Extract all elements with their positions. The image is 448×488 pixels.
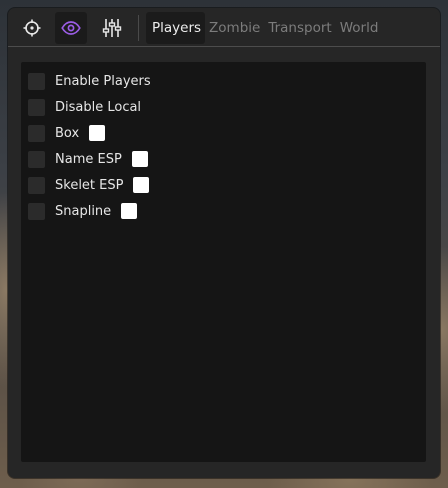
option-label: Name ESP	[55, 151, 122, 167]
aimbot-tab-button[interactable]	[16, 12, 48, 44]
skelet-esp-checkbox[interactable]	[28, 176, 45, 194]
header-divider	[8, 46, 440, 47]
tab-transport[interactable]: Transport	[264, 12, 335, 44]
settings-tab-button[interactable]	[96, 12, 128, 44]
visuals-tab-button[interactable]	[55, 12, 87, 44]
sliders-icon	[102, 18, 122, 38]
option-enable-players: Enable Players	[28, 72, 151, 90]
category-tabs: Players Zombie Transport World	[146, 12, 382, 44]
snapline-checkbox[interactable]	[28, 202, 45, 220]
option-skelet-esp: Skelet ESP	[28, 176, 150, 194]
toolbar-divider	[138, 15, 139, 41]
name-esp-checkbox[interactable]	[28, 150, 45, 168]
name-esp-color-swatch[interactable]	[131, 151, 148, 167]
disable-local-checkbox[interactable]	[28, 98, 45, 116]
enable-players-checkbox[interactable]	[28, 72, 45, 90]
option-disable-local: Disable Local	[28, 98, 141, 116]
menu-window: Players Zombie Transport World Enable Pl…	[8, 8, 440, 478]
skelet-esp-color-swatch[interactable]	[133, 177, 150, 193]
option-label: Snapline	[55, 203, 112, 219]
option-snapline: Snapline	[28, 202, 138, 220]
box-color-swatch[interactable]	[89, 125, 106, 141]
tab-players[interactable]: Players	[146, 12, 206, 44]
option-box: Box	[28, 124, 106, 142]
toolbar: Players Zombie Transport World	[8, 8, 440, 46]
crosshair-icon	[23, 19, 41, 37]
tab-world[interactable]: World	[336, 12, 383, 44]
option-label: Skelet ESP	[55, 177, 124, 193]
snapline-color-swatch[interactable]	[121, 203, 138, 219]
option-label: Disable Local	[55, 99, 142, 115]
option-label: Box	[55, 125, 80, 141]
option-name-esp: Name ESP	[28, 150, 148, 168]
option-label: Enable Players	[55, 73, 151, 89]
eye-icon	[61, 21, 81, 35]
tab-zombie[interactable]: Zombie	[205, 12, 264, 44]
box-checkbox[interactable]	[28, 124, 45, 142]
options-panel: Enable Players Disable Local Box Name ES…	[21, 62, 426, 462]
